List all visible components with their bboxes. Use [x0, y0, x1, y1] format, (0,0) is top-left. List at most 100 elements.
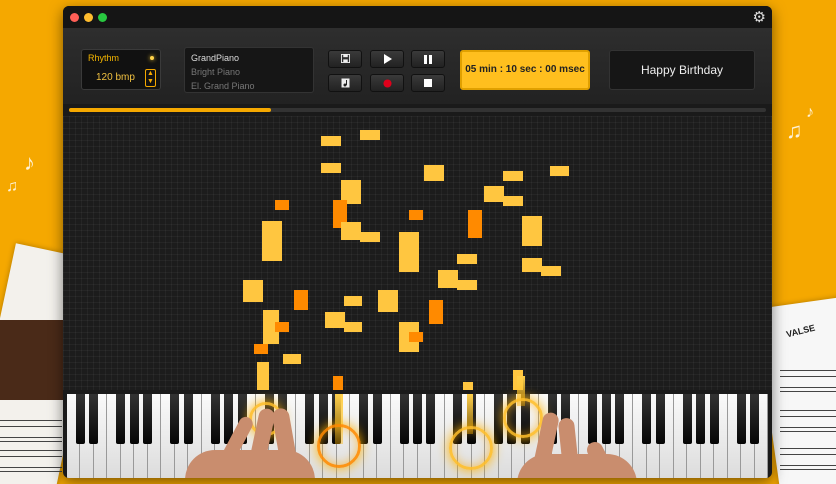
note-block	[243, 280, 263, 302]
black-key[interactable]	[75, 394, 85, 444]
pause-button[interactable]	[411, 50, 445, 68]
black-key[interactable]	[588, 394, 598, 444]
app-window: ⚙ Rhythm 120 bmp ▲ ▼ GrandPiano Bright Pi…	[63, 6, 772, 478]
black-key[interactable]	[170, 394, 180, 444]
note-block	[424, 165, 444, 181]
left-hand-palm	[185, 450, 315, 478]
black-key[interactable]	[426, 394, 436, 444]
black-key[interactable]	[89, 394, 99, 444]
black-key[interactable]	[601, 394, 611, 444]
toolbar: Rhythm 120 bmp ▲ ▼ GrandPiano Bright Pian…	[63, 28, 772, 104]
note-block	[360, 130, 380, 140]
open-file-button[interactable]	[328, 74, 362, 92]
key-press-glow	[449, 426, 493, 470]
record-icon	[382, 79, 392, 88]
note-block	[457, 280, 477, 290]
black-key[interactable]	[305, 394, 315, 444]
play-button[interactable]	[370, 50, 404, 68]
record-button[interactable]	[370, 74, 404, 92]
song-title[interactable]: Happy Birthday	[609, 50, 755, 90]
staff-lines	[780, 410, 836, 432]
stop-icon	[424, 79, 432, 87]
note-block-active	[275, 322, 289, 332]
note-block	[321, 136, 341, 146]
rhythm-indicator-light	[150, 56, 154, 60]
note-block	[522, 216, 542, 246]
key-press-glow	[503, 398, 543, 438]
note-block	[438, 270, 458, 288]
note-block	[484, 186, 504, 202]
note-block	[283, 354, 301, 364]
note-block	[503, 171, 523, 181]
note-block	[378, 290, 398, 312]
black-key[interactable]	[682, 394, 692, 444]
chevron-up-down-icon[interactable]: ▲ ▼	[145, 69, 156, 87]
black-key[interactable]	[655, 394, 665, 444]
save-button[interactable]	[328, 50, 362, 68]
note-block	[463, 382, 473, 390]
black-key[interactable]	[210, 394, 220, 444]
staff-lines	[0, 450, 62, 472]
instrument-item-bright-piano[interactable]: Bright Piano	[191, 65, 307, 79]
note-block	[360, 232, 380, 242]
black-key[interactable]	[183, 394, 193, 444]
instrument-list: GrandPiano Bright Piano El. Grand Piano	[184, 47, 314, 93]
title-bar: ⚙	[63, 6, 772, 28]
note-block-active	[254, 344, 268, 354]
music-note-icon: ♪	[24, 150, 35, 175]
rhythm-label: Rhythm	[88, 53, 120, 63]
note-block	[550, 166, 569, 176]
music-note-icon: ♫	[786, 118, 803, 143]
progress-fill	[69, 108, 272, 112]
minimize-window-button[interactable]	[84, 13, 93, 22]
note-block	[262, 221, 282, 261]
sheet-music-left-cover	[0, 320, 70, 400]
note-block-active	[333, 376, 343, 390]
music-note-icon: ♪	[806, 104, 814, 121]
note-block	[457, 254, 477, 264]
play-icon	[383, 54, 392, 64]
stop-button[interactable]	[411, 74, 445, 92]
key-press-glow	[317, 424, 361, 468]
black-key[interactable]	[359, 394, 369, 444]
music-file-icon	[341, 78, 349, 88]
progress-bar[interactable]	[69, 108, 766, 112]
black-key[interactable]	[642, 394, 652, 444]
note-block	[503, 196, 523, 206]
black-key[interactable]	[709, 394, 719, 444]
rhythm-value[interactable]: 120 bmp	[96, 72, 135, 83]
note-block-active	[275, 200, 289, 210]
instrument-item-el-grand-piano[interactable]: El. Grand Piano	[191, 79, 307, 93]
right-hand-palm	[517, 454, 637, 478]
piano-roll	[63, 116, 772, 390]
note-block	[344, 322, 362, 332]
black-key[interactable]	[372, 394, 382, 444]
rhythm-control: Rhythm 120 bmp ▲ ▼	[81, 49, 161, 90]
note-block	[341, 222, 361, 240]
black-key[interactable]	[736, 394, 746, 444]
black-key[interactable]	[143, 394, 153, 444]
note-block	[522, 258, 542, 272]
pause-icon	[424, 55, 432, 64]
note-block-active	[429, 300, 443, 324]
black-key[interactable]	[413, 394, 422, 444]
instrument-item-grandpiano[interactable]: GrandPiano	[191, 51, 307, 65]
black-key[interactable]	[129, 394, 139, 444]
gear-icon[interactable]: ⚙	[753, 8, 766, 26]
close-window-button[interactable]	[70, 13, 79, 22]
black-key[interactable]	[399, 394, 409, 444]
note-block	[321, 163, 341, 173]
note-block	[325, 312, 345, 328]
staff-lines	[780, 448, 836, 470]
black-key[interactable]	[615, 394, 625, 444]
black-key[interactable]	[493, 394, 503, 444]
staff-lines	[0, 420, 62, 442]
black-key[interactable]	[696, 394, 706, 444]
piano-keyboard[interactable]	[67, 376, 769, 478]
note-block-active	[409, 210, 423, 220]
black-key[interactable]	[750, 394, 760, 444]
zoom-window-button[interactable]	[98, 13, 107, 22]
note-block	[399, 232, 419, 272]
black-key[interactable]	[116, 394, 126, 444]
note-block-active	[468, 210, 482, 238]
